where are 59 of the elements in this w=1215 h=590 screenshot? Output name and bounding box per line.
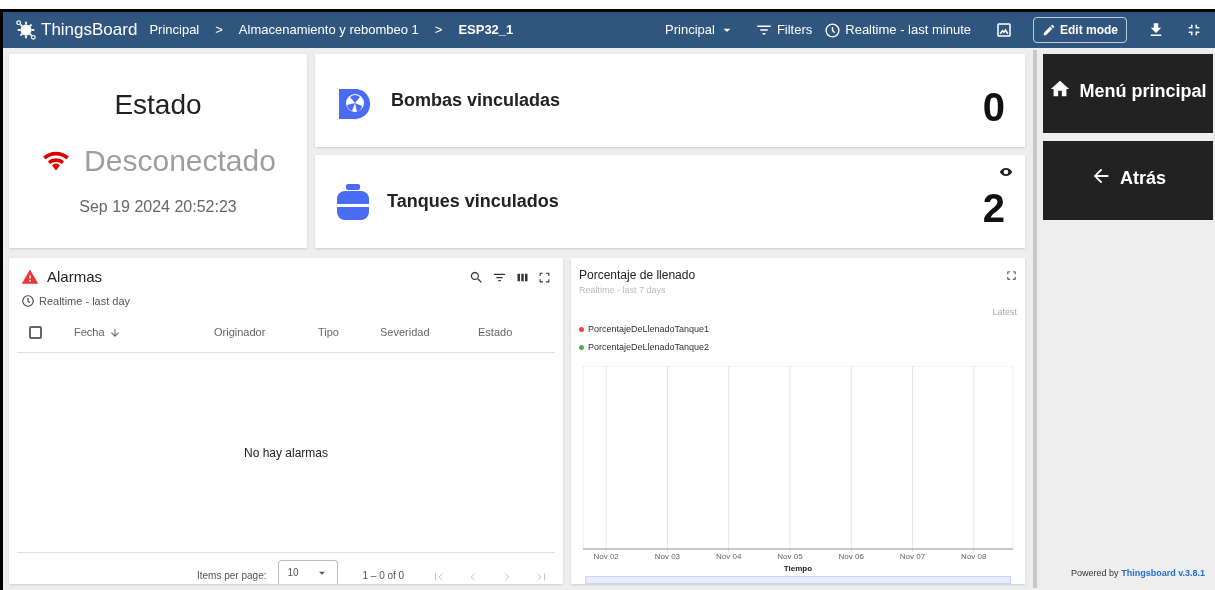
- timestamp: Sep 19 2024 20:52:23: [79, 196, 237, 217]
- x-tick-label: Nov 06: [838, 552, 864, 562]
- x-tick-label: Nov 02: [593, 552, 619, 562]
- image-export-icon[interactable]: [995, 21, 1013, 39]
- filters-button[interactable]: Filters: [754, 20, 813, 40]
- edit-mode-button[interactable]: Edit mode: [1033, 17, 1127, 43]
- gas-cylinder-icon: [335, 181, 371, 222]
- clock-icon: [21, 293, 35, 308]
- column-header[interactable]: Tipo: [318, 324, 380, 341]
- counter-label: Tanques vinculados: [387, 190, 560, 213]
- select-all-checkbox[interactable]: [29, 326, 42, 339]
- breadcrumb-link[interactable]: ESP32_1: [458, 20, 514, 40]
- counter-label: Bombas vinculadas: [391, 89, 562, 112]
- gear-logo-icon: [15, 19, 37, 41]
- column-header[interactable]: Estado: [478, 324, 548, 341]
- panel-title: Porcentaje de llenado: [579, 267, 697, 284]
- version-link[interactable]: Thingsboard v.3.8.1: [1121, 567, 1205, 578]
- eye-icon[interactable]: [999, 165, 1013, 179]
- counter-value: 0: [982, 83, 1005, 131]
- status-text: Desconectado: [84, 142, 276, 179]
- x-axis-title: Tiempo: [783, 564, 813, 574]
- column-header[interactable]: Originador: [214, 324, 318, 341]
- warning-icon: [21, 268, 39, 287]
- breadcrumb-separator: >: [434, 21, 443, 40]
- breadcrumb-separator: >: [215, 21, 223, 40]
- x-tick-label: Nov 04: [716, 552, 742, 562]
- page-range: 1 – 0 of 0: [362, 569, 405, 583]
- clock-icon: [824, 21, 842, 39]
- legend-header: Latest: [992, 305, 1017, 319]
- pencil-icon: [1042, 23, 1056, 37]
- card-title: Estado: [114, 87, 202, 122]
- panel-title: Alarmas: [47, 267, 103, 287]
- nav-button[interactable]: Menú principal: [1043, 54, 1213, 133]
- x-tick-label: Nov 08: [961, 552, 987, 562]
- x-tick-label: Nov 07: [899, 552, 926, 562]
- x-tick-label: Nov 03: [654, 552, 681, 562]
- counter-value: 2: [982, 184, 1005, 232]
- panel-subtitle: Realtime - last 7 days: [579, 284, 667, 297]
- column-header[interactable]: Fecha: [74, 324, 214, 341]
- sort-arrow-icon: [108, 326, 121, 339]
- items-per-page-label: Items per page:: [197, 569, 267, 583]
- nav-button[interactable]: Atrás: [1043, 141, 1213, 220]
- fullscreen-icon[interactable]: [1006, 269, 1017, 281]
- powered-by-text: Powered by Thingsboard v.3.8.1: [1071, 566, 1205, 580]
- state-dropdown[interactable]: Principal: [665, 20, 735, 40]
- legend-label[interactable]: PorcentajeDeLlenadoTanque2: [588, 340, 710, 354]
- column-header[interactable]: Severidad: [380, 324, 478, 341]
- legend-label[interactable]: PorcentajeDeLlenadoTanque1: [588, 323, 710, 337]
- logo-text: ThingsBoard: [41, 19, 138, 42]
- fullscreen-icon[interactable]: [538, 270, 551, 284]
- page-size-select[interactable]: 10: [278, 560, 339, 584]
- search-icon[interactable]: [469, 269, 484, 285]
- timewindow-label: Realtime - last day: [39, 293, 131, 309]
- scrollbar[interactable]: [1033, 50, 1037, 588]
- breadcrumb-link[interactable]: Principal: [149, 20, 200, 40]
- empty-message: No hay alarmas: [243, 444, 328, 462]
- breadcrumb-link[interactable]: Almacenamiento y rebombeo 1: [238, 20, 419, 40]
- timewindow-button[interactable]: Realtime - last minute: [824, 20, 971, 40]
- x-tick-label: Nov 05: [777, 552, 803, 562]
